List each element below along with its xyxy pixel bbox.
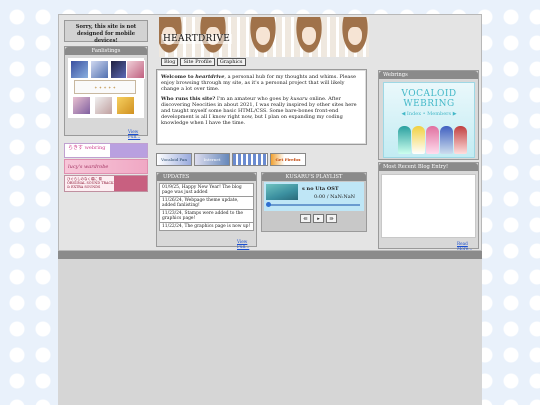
welcome-paragraph: Welcome to heartdrive, a personal hub fo… — [161, 74, 362, 93]
read-more-link[interactable]: Read More... — [457, 241, 478, 251]
vocaloid-character-image — [412, 126, 425, 154]
updates-view-full-link[interactable]: View Full... — [237, 239, 256, 249]
side-button-label: らきす webring — [68, 145, 106, 151]
about-paragraph: Who runs this site? I'm an amateur who g… — [161, 96, 362, 127]
banner-character-image — [339, 17, 369, 57]
vocaloid-character-image — [440, 126, 453, 154]
fanlisting-grid: ✦ ✦ ✦ ✦ ✦ — [68, 58, 145, 118]
fanlisting-image[interactable] — [90, 60, 109, 79]
welcome-site-name: heartdrive — [195, 74, 225, 80]
updates-header: UPDATES — [157, 173, 256, 181]
update-item: 11/23/24, Stamps were added to the graph… — [160, 210, 253, 223]
fanlisting-image[interactable] — [70, 60, 89, 79]
about-lead: Who runs this site? — [161, 95, 216, 102]
playlist-header: KUSARU'S PLAYLIST — [262, 173, 366, 181]
nav-tab-graphics[interactable]: Graphics — [216, 58, 246, 66]
stamp-blank[interactable] — [232, 153, 268, 166]
side-button-wardrobe[interactable]: lucy's wardrobe — [64, 159, 148, 174]
player-controls: ⇚ ▸ ⇛ — [300, 214, 337, 223]
side-buttons: らきす webring lucy's wardrobe ひぐらしのなく頃に 祭 … — [64, 143, 148, 206]
vocaloid-character-image — [398, 126, 411, 154]
fanlisting-image[interactable] — [116, 96, 135, 115]
song-time: 0:00 / NaN:NaN — [314, 194, 356, 200]
welcome-box: Welcome to heartdrive, a personal hub fo… — [156, 69, 367, 145]
nav-tab-site-profile[interactable]: Site Profile — [180, 58, 215, 66]
header-banner: HEARTDRIVE — [159, 17, 369, 57]
side-button-webring[interactable]: らきす webring — [64, 143, 148, 158]
song-title: s no Uta OST — [302, 186, 339, 192]
seek-bar[interactable] — [268, 204, 360, 206]
banner-character-image — [293, 17, 325, 57]
album-cover — [266, 184, 298, 200]
play-button[interactable]: ▸ — [313, 214, 324, 223]
vocaloid-character-image — [454, 126, 467, 154]
side-button-label: lucy's wardrobe — [68, 164, 109, 170]
webrings-panel: Webrings VOCALOID WEBRING ◀ Index • Memb… — [378, 70, 479, 160]
stamp-vocaloid[interactable]: Vocaloid Fan — [156, 153, 192, 166]
nav-tab-blog[interactable]: Blog — [161, 58, 179, 66]
recent-blog-panel: Most Recent Blog Entry! Read More... — [378, 162, 479, 251]
banner-character-image — [247, 17, 279, 57]
webrings-header: Webrings — [379, 71, 478, 79]
stamp-internet-explorer[interactable]: Internet Explorer — [194, 153, 230, 166]
fanlisting-image[interactable] — [126, 60, 145, 79]
next-track-button[interactable]: ⇛ — [326, 214, 337, 223]
seek-handle[interactable] — [266, 202, 271, 207]
vocaloid-webring-title: VOCALOID WEBRING — [401, 89, 457, 109]
mobile-warning: Sorry, this site is not designed for mob… — [64, 20, 148, 44]
music-player: s no Uta OST 0:00 / NaN:NaN — [264, 182, 364, 211]
nav-bar: Blog Site Profile Graphics — [161, 58, 246, 66]
vocaloid-webring-banner[interactable]: VOCALOID WEBRING ◀ Index • Members ▶ — [383, 82, 475, 158]
fanlistings-panel: Fanlistings ✦ ✦ ✦ ✦ ✦ View Full... — [64, 46, 148, 139]
updates-panel: UPDATES 01/9/25, Happy New Year! The blo… — [156, 172, 257, 249]
update-item: 11/26/24, Webpage theme update, added fa… — [160, 197, 253, 210]
fanlisting-image[interactable] — [72, 96, 91, 115]
previous-track-button[interactable]: ⇚ — [300, 214, 311, 223]
stamps-row: Vocaloid Fan Internet Explorer Get Firef… — [156, 153, 306, 167]
vocaloid-character-image — [426, 126, 439, 154]
main-area: Sorry, this site is not designed for mob… — [58, 14, 482, 251]
page: Sorry, this site is not designed for mob… — [58, 14, 482, 405]
updates-list: 01/9/25, Happy New Year! The blog page w… — [159, 183, 254, 231]
recent-blog-body — [381, 174, 476, 238]
fanlistings-header: Fanlistings — [65, 47, 147, 55]
update-item: 11/22/24, The graphics page is now up! — [160, 223, 253, 230]
welcome-lead: Welcome to — [161, 74, 196, 80]
stamp-get-firefox[interactable]: Get Firefox — [270, 153, 306, 166]
vocaloid-webring-links[interactable]: ◀ Index • Members ▶ — [384, 111, 474, 117]
side-button-higurashi[interactable]: ひぐらしのなく頃に 祭 ORIGINAL SOUND TRACK & EXTRA… — [64, 175, 148, 192]
side-button-label: ひぐらしのなく頃に 祭 ORIGINAL SOUND TRACK & EXTRA… — [67, 177, 114, 189]
fanlistings-view-full-link[interactable]: View Full... — [128, 129, 147, 139]
fanlisting-image[interactable] — [94, 96, 113, 115]
author-name: kusaru — [290, 95, 308, 102]
update-item: 01/9/25, Happy New Year! The blog page w… — [160, 184, 253, 197]
fanlisting-chain[interactable]: ✦ ✦ ✦ ✦ ✦ — [74, 80, 136, 94]
footer-strip — [58, 251, 482, 259]
recent-blog-header: Most Recent Blog Entry! — [379, 163, 478, 171]
about-text: I'm an amateur who goes by — [215, 95, 291, 102]
playlist-panel: KUSARU'S PLAYLIST s no Uta OST 0:00 / Na… — [261, 172, 367, 232]
site-title: HEARTDRIVE — [161, 34, 233, 44]
